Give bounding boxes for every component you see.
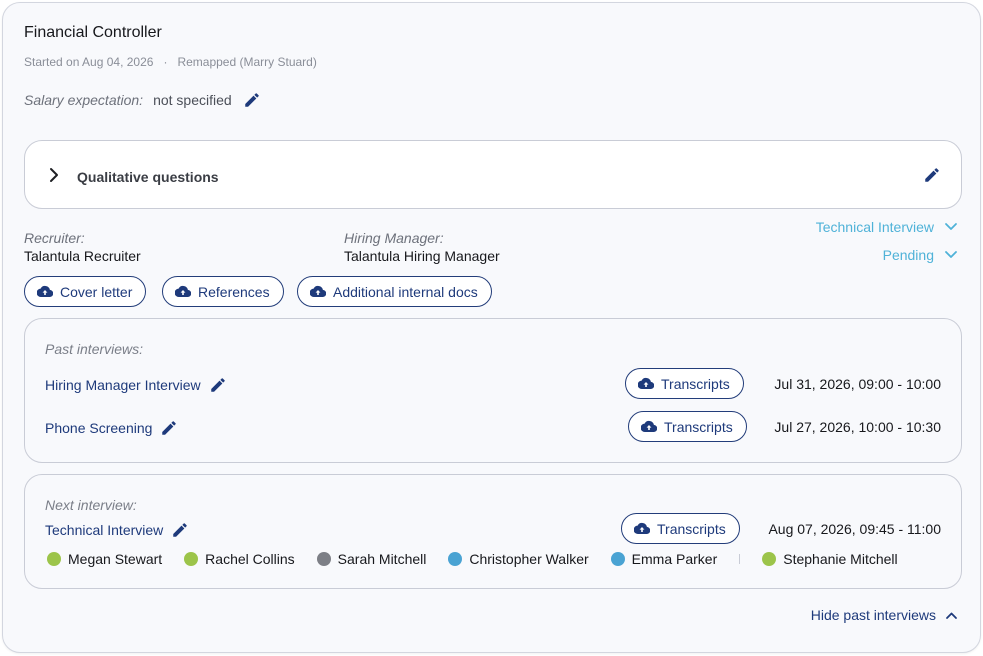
status-dot xyxy=(610,552,625,566)
cover-letter-label: Cover letter xyxy=(60,283,133,300)
status-dot xyxy=(316,552,331,566)
additional-docs-label: Additional internal docs xyxy=(333,283,478,300)
stage-dropdown[interactable]: Technical Interview xyxy=(816,219,958,235)
transcripts-label: Transcripts xyxy=(661,375,730,392)
pencil-icon[interactable] xyxy=(171,521,189,539)
participant: Sarah Mitchell xyxy=(316,551,427,567)
references-button[interactable]: References xyxy=(162,276,284,307)
chevron-down-icon xyxy=(945,251,957,258)
status-dot xyxy=(762,552,777,566)
chevron-up-icon xyxy=(946,612,957,619)
pencil-icon[interactable] xyxy=(209,376,227,394)
pencil-icon[interactable] xyxy=(923,166,941,184)
status-dropdown-value: Pending xyxy=(882,247,934,263)
transcripts-label: Transcripts xyxy=(657,520,726,537)
qualitative-questions-label: Qualitative questions xyxy=(77,169,219,185)
cloud-upload-icon xyxy=(310,285,326,298)
meta-separator: · xyxy=(163,55,168,69)
transcripts-button[interactable]: Transcripts xyxy=(621,513,740,544)
participant-name: Christopher Walker xyxy=(469,551,589,567)
salary-label: Salary expectation: xyxy=(24,92,144,108)
transcripts-label: Transcripts xyxy=(664,418,733,435)
next-interview-label: Next interview: xyxy=(45,497,137,513)
participants-list: Megan Stewart Rachel Collins Sarah Mitch… xyxy=(47,551,898,567)
cloud-upload-icon xyxy=(641,420,657,433)
participant: Megan Stewart xyxy=(47,551,162,567)
participant-name: Rachel Collins xyxy=(205,551,295,567)
transcripts-button[interactable]: Transcripts xyxy=(628,411,747,442)
pencil-icon[interactable] xyxy=(243,91,261,109)
pencil-icon[interactable] xyxy=(160,419,178,437)
cloud-upload-icon xyxy=(634,522,650,535)
status-dot xyxy=(448,552,463,566)
interview-time: Aug 07, 2026, 09:45 - 11:00 xyxy=(768,521,941,537)
participant-name: Megan Stewart xyxy=(68,551,163,567)
past-interview-row[interactable]: Phone Screening xyxy=(45,419,178,437)
past-interview-row[interactable]: Hiring Manager Interview xyxy=(45,376,227,394)
recruiter-value: Talantula Recruiter xyxy=(24,248,141,264)
past-interviews-panel: Past interviews: Hiring Manager Intervie… xyxy=(24,318,962,463)
participant-name: Stephanie Mitchell xyxy=(783,551,898,567)
hide-past-interviews-link[interactable]: Hide past interviews xyxy=(811,607,958,623)
next-interview-panel: Next interview: Technical Interview Tran… xyxy=(24,474,962,589)
interview-name[interactable]: Technical Interview xyxy=(45,522,163,538)
candidate-card: Financial Controller Started on Aug 04, … xyxy=(2,2,981,653)
participant: Christopher Walker xyxy=(448,551,589,567)
hiring-manager-value: Talantula Hiring Manager xyxy=(344,248,500,264)
remapped-info: Remapped (Marry Stuard) xyxy=(177,55,317,69)
additional-docs-button[interactable]: Additional internal docs xyxy=(297,276,492,307)
participant-name: Sarah Mitchell xyxy=(337,551,427,567)
recruiter-label: Recruiter: xyxy=(24,230,85,246)
chevron-right-icon[interactable] xyxy=(47,167,61,183)
status-dropdown[interactable]: Pending xyxy=(883,247,958,263)
references-label: References xyxy=(198,283,270,300)
interview-name[interactable]: Hiring Manager Interview xyxy=(45,377,201,393)
cover-letter-button[interactable]: Cover letter xyxy=(24,276,147,307)
cloud-upload-icon xyxy=(175,285,191,298)
status-dot xyxy=(47,552,61,566)
cloud-upload-icon xyxy=(37,285,53,298)
salary-row: Salary expectation: not specified xyxy=(24,91,261,109)
cloud-upload-icon xyxy=(638,377,654,390)
stage-dropdown-value: Technical Interview xyxy=(815,219,934,235)
job-meta: Started on Aug 04, 2026 · Remapped (Marr… xyxy=(24,55,317,69)
hiring-manager-label: Hiring Manager: xyxy=(344,230,444,246)
interview-name[interactable]: Phone Screening xyxy=(45,420,152,436)
next-interview-row[interactable]: Technical Interview xyxy=(45,521,189,539)
participant-divider xyxy=(739,554,741,564)
started-date: Started on Aug 04, 2026 xyxy=(24,55,154,69)
transcripts-button[interactable]: Transcripts xyxy=(625,368,744,399)
hide-past-interviews-label: Hide past interviews xyxy=(810,607,936,623)
participant: Rachel Collins xyxy=(184,551,295,567)
interview-time: Jul 31, 2026, 09:00 - 10:00 xyxy=(774,376,941,392)
interview-time: Jul 27, 2026, 10:00 - 10:30 xyxy=(774,419,941,435)
participant-name: Emma Parker xyxy=(631,551,718,567)
participant: Stephanie Mitchell xyxy=(762,551,898,567)
participant: Emma Parker xyxy=(610,551,718,567)
job-title: Financial Controller xyxy=(24,24,162,41)
qualitative-questions-panel[interactable]: Qualitative questions xyxy=(24,140,962,209)
status-dot xyxy=(184,552,199,566)
salary-value: not specified xyxy=(153,92,232,108)
past-interviews-label: Past interviews: xyxy=(45,341,144,357)
chevron-down-icon xyxy=(945,223,957,230)
